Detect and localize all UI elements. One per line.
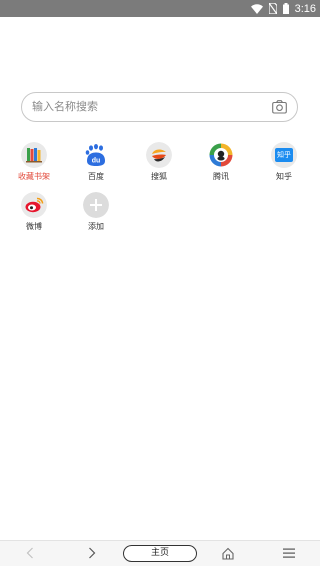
site-label: 收藏书架 [18,172,50,181]
site-label: 知乎 [276,172,292,181]
sohu-icon [146,142,172,168]
bookshelf-icon [21,142,47,168]
site-label: 添加 [88,222,104,231]
battery-icon [282,3,289,14]
site-weibo[interactable]: 微博 [10,192,58,232]
menu-icon[interactable] [283,548,295,558]
site-label: 百度 [88,172,104,181]
weibo-icon [21,192,47,218]
home-button[interactable]: 主页 [123,545,197,562]
no-sim-icon [268,3,277,14]
search-bar[interactable]: 输入名称搜索 [21,92,298,122]
tencent-icon [208,142,234,168]
site-tencent[interactable]: 腾讯 [197,142,245,182]
baidu-icon-text: du [92,158,101,165]
site-shelf[interactable]: 收藏书架 [10,142,58,182]
back-icon[interactable] [26,547,34,559]
site-label: 腾讯 [213,172,229,181]
status-time: 3:16 [294,2,316,15]
status-icons: 3:16 [250,0,316,17]
site-label: 微博 [26,222,42,231]
status-bar: 3:16 [0,0,320,17]
site-baidu[interactable]: du 百度 [72,142,120,182]
camera-icon[interactable] [272,100,287,114]
forward-icon[interactable] [88,547,96,559]
site-label: 搜狐 [151,172,167,181]
wifi-icon [250,3,263,14]
search-input[interactable]: 输入名称搜索 [32,93,98,121]
baidu-icon: du [83,142,109,168]
plus-icon [83,192,109,218]
site-zhihu[interactable]: 知乎 知乎 [260,142,308,182]
site-sohu[interactable]: 搜狐 [135,142,183,182]
bottom-toolbar: 主页 [0,540,320,566]
add-site-button[interactable]: 添加 [72,192,120,232]
zhihu-icon-text: 知乎 [275,148,293,162]
home-icon[interactable] [222,547,234,560]
zhihu-icon: 知乎 [271,142,297,168]
